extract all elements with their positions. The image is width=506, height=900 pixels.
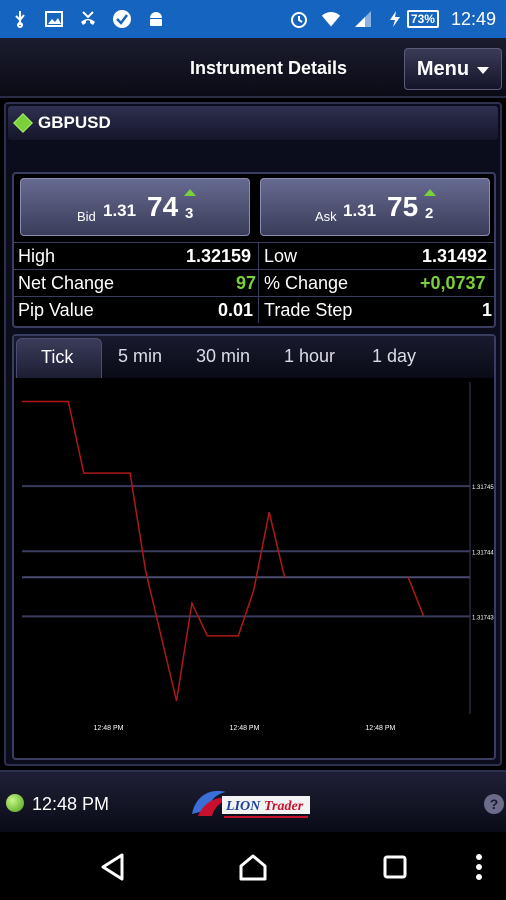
lion-trader-logo: LION Trader xyxy=(186,784,316,822)
battery-percent: 73% xyxy=(406,10,439,28)
x-tick-label: 12:48 PM xyxy=(229,725,259,732)
menu-button[interactable]: Menu xyxy=(404,48,502,90)
ask-button[interactable]: Ask 1.31 75 2 xyxy=(260,178,490,236)
android-icon xyxy=(146,9,166,29)
ask-big-figure: 1.31 xyxy=(343,201,377,220)
bid-big-figure: 1.31 xyxy=(103,201,137,220)
chart-section: Tick 5 min 30 min 1 hour 1 day 1.31745 1.… xyxy=(12,334,496,760)
y-tick-label: 1.31743 xyxy=(472,615,494,621)
high-value: 1.32159 xyxy=(186,246,252,266)
check-icon xyxy=(112,9,132,29)
tab-1-hour[interactable]: 1 hour xyxy=(284,346,335,367)
wifi-icon xyxy=(321,9,341,29)
help-icon[interactable]: ? xyxy=(484,794,504,814)
chevron-down-icon xyxy=(477,58,490,81)
tab-30-min[interactable]: 30 min xyxy=(196,346,250,367)
status-diamond-icon xyxy=(13,113,33,133)
series-line xyxy=(407,577,425,617)
charging-icon xyxy=(385,9,405,29)
instrument-panel: GBPUSD Bid 1.31 74 3 Ask 1.31 75 2 High … xyxy=(4,102,502,766)
pct-change-value: +0,0737 xyxy=(420,273,486,293)
divider xyxy=(258,297,259,323)
svg-text:Trader: Trader xyxy=(264,799,304,814)
battery-indicator: 73% xyxy=(385,9,439,29)
signal-icon xyxy=(353,9,373,29)
low-value: 1.31492 xyxy=(422,246,488,266)
menu-label: Menu xyxy=(416,57,470,80)
net-change-value: 97 xyxy=(236,273,257,293)
system-nav-bar xyxy=(0,832,506,900)
svg-text:LION: LION xyxy=(225,799,261,814)
y-tick-label: 1.31744 xyxy=(472,550,494,556)
net-change-label: Net Change xyxy=(18,273,115,293)
ask-fraction: 2 xyxy=(425,205,434,222)
status-bar: 73% 12:49 xyxy=(0,0,506,38)
bid-button[interactable]: Bid 1.31 74 3 xyxy=(20,178,250,236)
pct-change-label: % Change xyxy=(264,273,349,293)
bid-fraction: 3 xyxy=(185,205,194,222)
stats-row-change: Net Change 97 % Change +0,0737 xyxy=(14,269,494,296)
tick-chart[interactable]: 1.31745 1.31744 1.31743 12:48 PM 12:48 PM 12:… xyxy=(14,378,494,758)
chart-tabs: Tick 5 min 30 min 1 hour 1 day xyxy=(14,336,494,378)
low-label: Low xyxy=(264,246,298,266)
quote-section: Bid 1.31 74 3 Ask 1.31 75 2 High 1.32159… xyxy=(12,172,496,328)
footer-time: 12:48 PM xyxy=(32,794,110,814)
alarm-icon xyxy=(289,9,309,29)
home-icon[interactable] xyxy=(238,852,268,882)
status-clock: 12:49 xyxy=(450,8,496,29)
ask-label: Ask xyxy=(315,209,337,224)
ask-pips: 75 xyxy=(387,191,419,222)
pip-value-label: Pip Value xyxy=(18,300,94,320)
tab-5-min[interactable]: 5 min xyxy=(118,346,162,367)
bid-label: Bid xyxy=(77,209,96,224)
trade-step-value: 1 xyxy=(482,300,493,320)
image-icon xyxy=(44,9,64,29)
overflow-menu-icon[interactable] xyxy=(464,852,494,882)
x-tick-label: 12:48 PM xyxy=(94,725,124,732)
tab-label: Tick xyxy=(41,347,74,367)
app-header: Instrument Details Menu xyxy=(0,38,506,98)
x-tick-label: 12:48 PM xyxy=(365,725,395,732)
recents-icon[interactable] xyxy=(380,852,410,882)
stats-row-high-low: High 1.32159 Low 1.31492 xyxy=(14,242,494,269)
divider xyxy=(258,270,259,296)
bid-pips: 74 xyxy=(147,191,179,222)
symbol-name: GBPUSD xyxy=(38,113,111,132)
back-icon[interactable] xyxy=(98,852,128,882)
footer-bar: 12:48 PM LION Trader ? xyxy=(0,770,506,832)
stats-row-pip: Pip Value 0.01 Trade Step 1 xyxy=(14,296,494,323)
page-title: Instrument Details xyxy=(190,58,348,78)
connection-status-icon xyxy=(6,794,24,812)
up-arrow-icon xyxy=(424,189,436,196)
y-tick-label: 1.31745 xyxy=(472,485,494,491)
usb-icon xyxy=(10,9,30,29)
missed-call-icon xyxy=(78,9,98,29)
up-arrow-icon xyxy=(184,189,196,196)
trade-step-label: Trade Step xyxy=(264,300,353,320)
symbol-bar: GBPUSD xyxy=(8,106,498,140)
high-label: High xyxy=(18,246,56,266)
tab-1-day[interactable]: 1 day xyxy=(372,346,416,367)
pip-value: 0.01 xyxy=(218,300,254,320)
tab-tick[interactable]: Tick xyxy=(16,338,102,378)
divider xyxy=(258,243,259,269)
